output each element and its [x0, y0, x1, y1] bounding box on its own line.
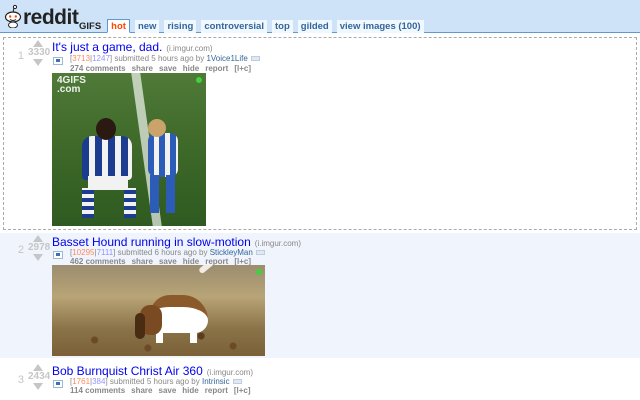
post-rank: 3: [17, 374, 24, 386]
submitted-text: submitted 6 hours ago by: [117, 248, 208, 257]
post-rank: 2: [17, 244, 24, 256]
loaded-indicator-icon: [256, 269, 262, 275]
post-3: 3 2434 Bob Burnquist Christ Air 360 (i.im…: [0, 362, 640, 400]
share-button[interactable]: share: [132, 64, 153, 73]
downvote-count: 384: [92, 377, 106, 386]
vote-box: 3330: [28, 40, 51, 66]
alien-icon: [4, 4, 22, 28]
post-tagline: [10295|7111] submitted 6 hours ago by St…: [70, 248, 265, 257]
expando-image-icon[interactable]: [53, 57, 63, 65]
post-title-link[interactable]: It's just a game, dad.: [52, 40, 162, 54]
expando-image-icon[interactable]: [53, 380, 63, 388]
expand-icon[interactable]: [250, 56, 260, 62]
post-title-line: It's just a game, dad. (i.imgur.com): [52, 40, 213, 54]
tab-view-images[interactable]: view images (100): [336, 20, 424, 33]
post-actions: 114 comments share save hide report [l+c…: [70, 386, 251, 395]
report-button[interactable]: report: [205, 64, 228, 73]
post-title-link[interactable]: Basset Hound running in slow-motion: [52, 235, 251, 249]
vote-box: 2978: [28, 235, 51, 261]
tab-hot[interactable]: hot: [107, 19, 130, 33]
downvote-count: 7111: [96, 248, 114, 257]
post-score: 2434: [28, 371, 51, 382]
upvote-count: 10295: [72, 248, 95, 257]
downvote-arrow-icon[interactable]: [33, 383, 43, 390]
upvote-count: 1761: [72, 377, 91, 386]
tab-new[interactable]: new: [134, 20, 160, 33]
post-title-link[interactable]: Bob Burnquist Christ Air 360: [52, 364, 203, 378]
vote-box: 2434: [28, 364, 51, 390]
post-domain[interactable]: (i.imgur.com): [166, 44, 212, 53]
downvote-count: 1247: [92, 54, 110, 63]
tab-gilded[interactable]: gilded: [297, 20, 332, 33]
child-figure: [138, 119, 188, 219]
basset-hound-image[interactable]: [52, 265, 265, 356]
expand-icon[interactable]: [232, 379, 242, 385]
post-tagline: [1761|384] submitted 5 hours ago by Intr…: [70, 377, 242, 386]
save-button[interactable]: save: [159, 64, 177, 73]
gif-watermark: 4GIFS .com: [57, 75, 86, 95]
author-link[interactable]: Intrinsic: [202, 377, 230, 386]
site-header: reddit GIFS hot new rising controversial…: [0, 0, 640, 33]
tab-rising[interactable]: rising: [164, 20, 197, 33]
upvote-arrow-icon[interactable]: [33, 235, 43, 242]
tab-controversial[interactable]: controversial: [201, 20, 267, 33]
post-domain[interactable]: (i.imgur.com): [207, 368, 253, 377]
post-rank: 1: [17, 50, 24, 62]
subreddit-name[interactable]: GIFS: [78, 20, 102, 33]
loaded-indicator-icon: [196, 77, 202, 83]
post-score: 2978: [28, 242, 51, 253]
soccer-players-image[interactable]: 4GIFS .com: [52, 73, 206, 226]
comments-link[interactable]: 274 comments: [70, 64, 126, 73]
logo-wordmark: reddit: [23, 6, 79, 29]
submitted-text: submitted 5 hours ago by: [114, 54, 205, 63]
post-1: 1 3330 It's just a game, dad. (i.imgur.co…: [0, 37, 640, 230]
tab-top[interactable]: top: [271, 20, 293, 33]
post-2: 2 2978 Basset Hound running in slow-moti…: [0, 233, 640, 358]
author-link[interactable]: 1Voice1Life: [206, 54, 247, 63]
upvote-count: 3713: [72, 54, 91, 63]
link-comments-button[interactable]: [l+c]: [234, 386, 251, 395]
post-score: 3330: [28, 47, 51, 58]
tab-menu: GIFS hot new rising controversial top gi…: [78, 19, 424, 33]
player-figure: [76, 118, 144, 222]
post-tagline: [3713|1247] submitted 5 hours ago by 1Vo…: [70, 54, 260, 63]
post-title-line: Bob Burnquist Christ Air 360 (i.imgur.com…: [52, 364, 253, 378]
comments-link[interactable]: 114 comments: [70, 386, 125, 395]
post-actions: 274 comments share save hide report [l+c…: [70, 64, 251, 73]
expand-icon[interactable]: [255, 250, 265, 256]
downvote-arrow-icon[interactable]: [33, 59, 43, 66]
post-title-line: Basset Hound running in slow-motion (i.im…: [52, 235, 301, 249]
save-button[interactable]: save: [159, 386, 177, 395]
upvote-arrow-icon[interactable]: [33, 40, 43, 47]
hide-button[interactable]: hide: [182, 386, 198, 395]
post-domain[interactable]: (i.imgur.com): [255, 239, 301, 248]
author-link[interactable]: StickleyMan: [210, 248, 253, 257]
link-comments-button[interactable]: [l+c]: [234, 64, 251, 73]
report-button[interactable]: report: [205, 386, 228, 395]
expando-image-icon[interactable]: [53, 251, 63, 259]
upvote-arrow-icon[interactable]: [33, 364, 43, 371]
downvote-arrow-icon[interactable]: [33, 254, 43, 261]
hide-button[interactable]: hide: [183, 64, 199, 73]
share-button[interactable]: share: [131, 386, 152, 395]
submitted-text: submitted 5 hours ago by: [109, 377, 200, 386]
reddit-logo[interactable]: reddit: [4, 4, 79, 30]
